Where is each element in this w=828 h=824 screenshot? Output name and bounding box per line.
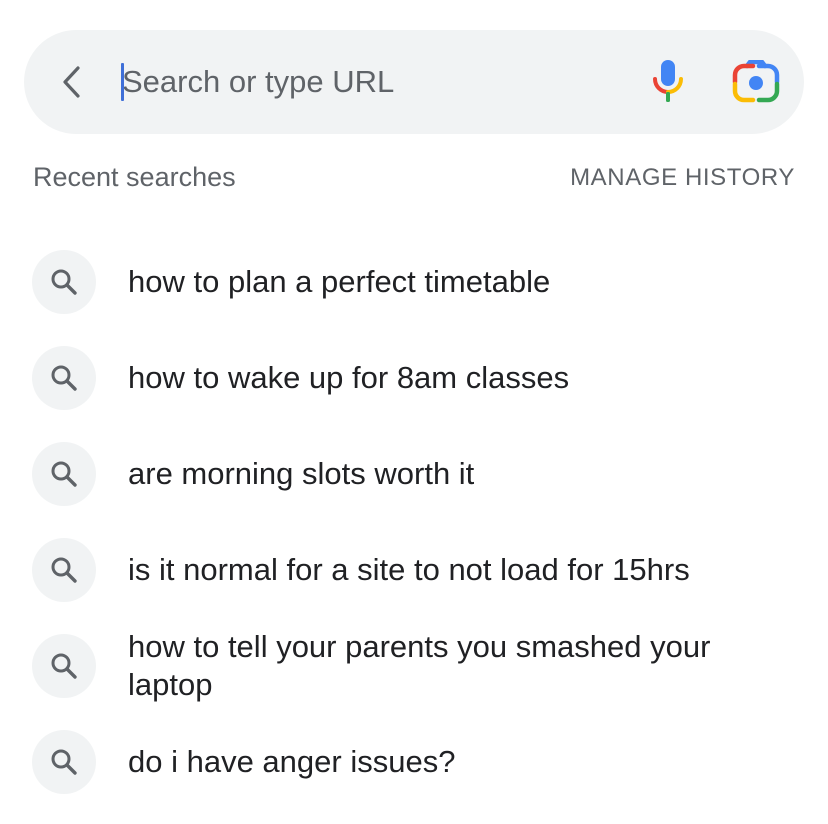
search-icon-circle — [32, 634, 96, 698]
search-icon — [51, 365, 77, 391]
list-item-label: are morning slots worth it — [128, 456, 475, 491]
list-item[interactable]: are morning slots worth it — [32, 442, 802, 506]
list-item-label: how to plan a perfect timetable — [128, 264, 551, 299]
list-item-label: how to wake up for 8am classes — [128, 360, 570, 395]
search-icon — [51, 461, 77, 487]
list-item[interactable]: how to plan a perfect timetable — [32, 250, 802, 314]
search-icon — [51, 653, 77, 679]
search-icon-circle — [32, 346, 96, 410]
search-icon-circle — [32, 730, 96, 794]
list-item[interactable]: how to tell your parents you smashed you… — [32, 628, 802, 704]
search-icon-circle — [32, 250, 96, 314]
list-item-label: do i have anger issues? — [128, 744, 456, 779]
search-icon-circle — [32, 538, 96, 602]
list-item[interactable]: how to wake up for 8am classes — [32, 346, 802, 410]
list-item[interactable]: do i have anger issues? — [32, 730, 802, 794]
search-icon — [51, 749, 77, 775]
search-icon-circle — [32, 442, 96, 506]
recent-searches-list: how to plan a perfect timetable how to w… — [0, 0, 828, 824]
list-item-label: how to tell your parents you smashed you… — [128, 629, 711, 702]
list-item[interactable]: is it normal for a site to not load for … — [32, 538, 802, 602]
list-item-label: is it normal for a site to not load for … — [128, 552, 690, 587]
search-icon — [51, 557, 77, 583]
search-icon — [51, 269, 77, 295]
